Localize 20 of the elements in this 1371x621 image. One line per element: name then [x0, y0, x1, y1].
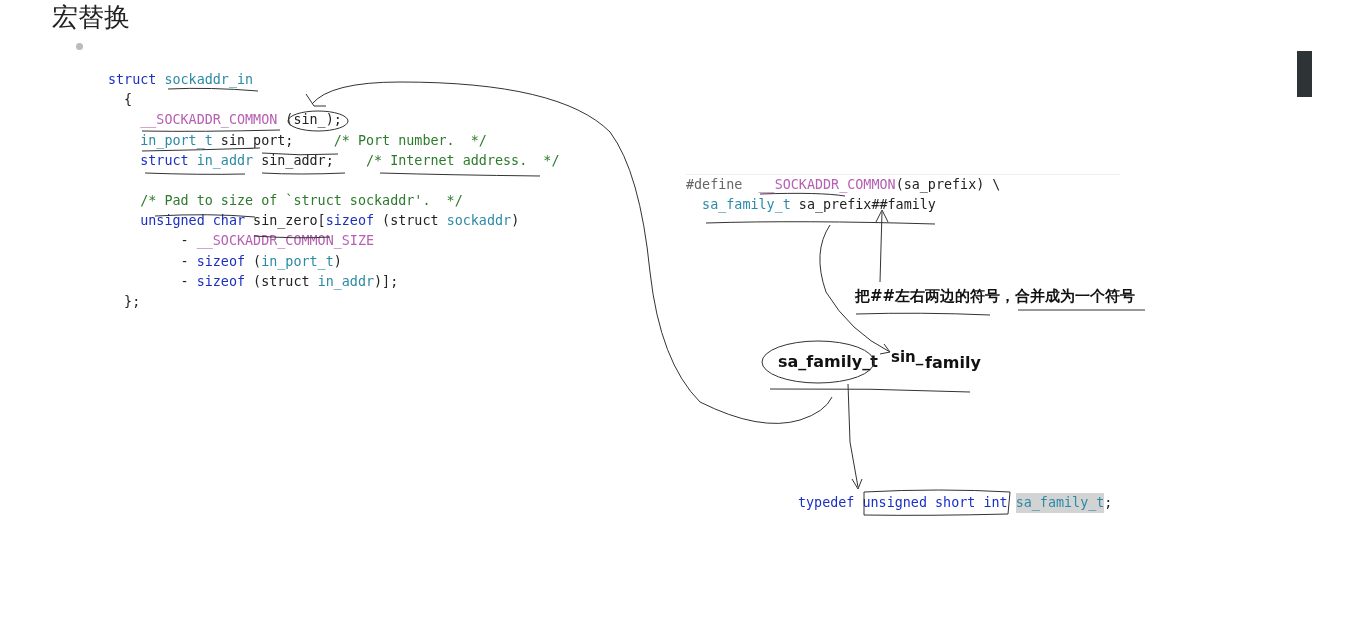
code-line: /* Pad to size of `struct sockaddr'. */ — [139, 192, 463, 210]
annotation-note: 把##左右两边的符号，合并成为一个符号 — [855, 287, 1136, 306]
suffix-label: family — [925, 353, 981, 372]
section-heading: 宏替换 — [52, 1, 131, 34]
type-label: sa_family_t — [778, 352, 878, 371]
code-line: { — [123, 91, 133, 110]
code-line: }; — [123, 293, 141, 312]
code-line: in_port_t sin_port; /* Port number. */ — [139, 131, 487, 151]
code-line: __SOCKADDR_COMMON (sin_); — [139, 111, 342, 130]
prefix-label: sin_ — [891, 348, 924, 366]
code-line: typedef unsigned short int sa_family_t; — [798, 493, 1113, 514]
code-line: - sizeof (struct in_addr)]; — [179, 272, 399, 292]
code-line: sa_family_t sa_prefix##family — [701, 196, 936, 215]
code-line: struct in_addr sin_addr; /* Internet address. */ — [139, 151, 560, 171]
code-line: unsigned char sin_zero[sizeof (struct sockaddr) — [139, 212, 520, 231]
code-line: struct sockaddr_in — [108, 71, 254, 90]
bullet-dot — [76, 43, 83, 50]
code-line: - __SOCKADDR_COMMON_SIZE — [179, 232, 375, 251]
code-line: - sizeof (in_port_t) — [179, 252, 342, 272]
code-line: #define __SOCKADDR_COMMON(sa_prefix) \ — [686, 176, 1001, 195]
